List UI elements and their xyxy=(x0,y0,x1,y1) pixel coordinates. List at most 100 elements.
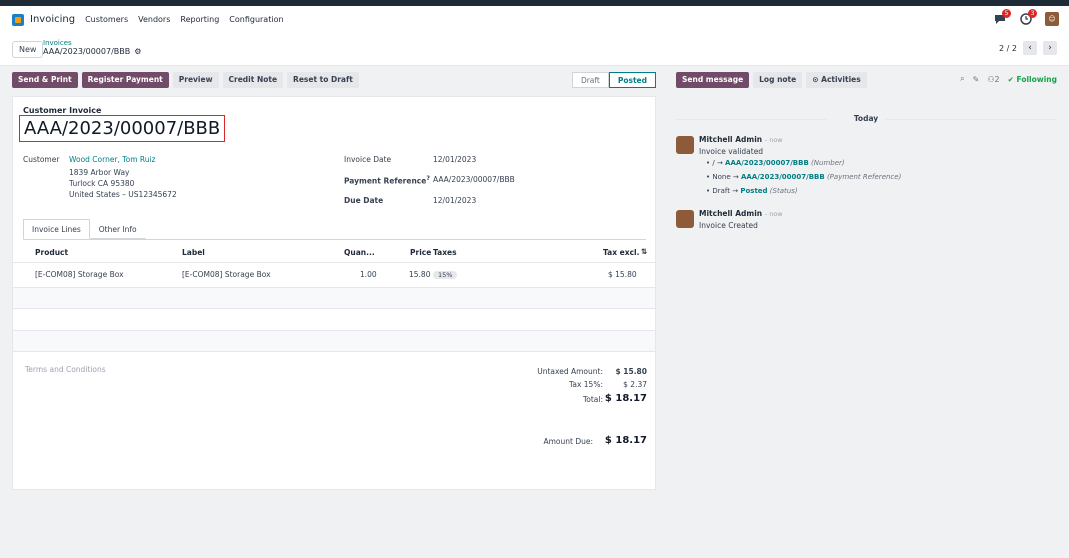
clock-icon: ⊙ xyxy=(812,75,822,84)
tab-invoice-lines[interactable]: Invoice Lines xyxy=(23,219,90,239)
gear-icon[interactable]: ⚙ xyxy=(134,47,141,56)
message-time: - now xyxy=(764,136,783,144)
main-navbar: Invoicing Customers Vendors Reporting Co… xyxy=(0,6,1069,33)
paperclip-icon[interactable]: ✎ xyxy=(973,75,980,84)
messages-icon[interactable]: 5 xyxy=(993,9,1011,26)
send-print-button[interactable]: Send & Print xyxy=(12,72,78,88)
date-divider-line-right xyxy=(886,119,1056,120)
line-tax-tag: 15% xyxy=(433,270,458,279)
register-payment-button[interactable]: Register Payment xyxy=(81,72,169,88)
message-author[interactable]: Mitchell Admin - now xyxy=(699,135,783,144)
terms-conditions-field[interactable]: Terms and Conditions xyxy=(25,365,106,374)
tax-label: Tax 15%: xyxy=(569,380,603,389)
breadcrumb: Invoices AAA/2023/00007/BBB ⚙ xyxy=(43,39,141,56)
empty-row[interactable] xyxy=(13,331,655,351)
app-name[interactable]: Invoicing xyxy=(30,14,75,25)
author-avatar[interactable] xyxy=(676,136,694,154)
tracking-old: Draft xyxy=(712,187,731,195)
col-tax-excl[interactable]: Tax excl. xyxy=(603,248,639,257)
col-price[interactable]: Price xyxy=(410,248,431,257)
line-quantity[interactable]: 1.00 xyxy=(360,270,377,279)
document-type: Customer Invoice xyxy=(23,106,102,115)
menu-reporting[interactable]: Reporting xyxy=(180,15,219,24)
following-label: Following xyxy=(1016,74,1057,84)
header-divider xyxy=(13,262,655,263)
tracking-old: / xyxy=(712,159,715,167)
line-price[interactable]: 15.80 xyxy=(409,270,430,279)
tracking-line: • Draft → Posted (Status) xyxy=(706,187,798,195)
breadcrumb-invoices-link[interactable]: Invoices xyxy=(43,39,141,47)
message-author[interactable]: Mitchell Admin - now xyxy=(699,209,783,218)
menu-customers[interactable]: Customers xyxy=(85,15,128,24)
status-draft[interactable]: Draft xyxy=(571,72,609,88)
preview-button[interactable]: Preview xyxy=(172,72,219,88)
invoice-date-field[interactable]: 12/01/2023 xyxy=(433,155,476,164)
menu-configuration[interactable]: Configuration xyxy=(229,15,283,24)
col-taxes[interactable]: Taxes xyxy=(433,248,457,257)
amount-due-label: Amount Due: xyxy=(543,437,593,446)
tracking-field: (Payment Reference) xyxy=(826,173,902,181)
col-quantity[interactable]: Quan... xyxy=(344,248,375,257)
column-settings-icon[interactable]: ⇅ xyxy=(641,247,647,256)
following-button[interactable]: ✔ Following xyxy=(1008,75,1057,84)
untaxed-amount-value: $ 15.80 xyxy=(615,367,647,376)
tracking-new: AAA/2023/00007/BBB xyxy=(725,159,809,167)
pager-value[interactable]: 2 / 2 xyxy=(999,44,1017,53)
tracking-field: (Status) xyxy=(769,187,798,195)
activities-button[interactable]: ⊙ Activities xyxy=(806,72,867,88)
user-avatar[interactable]: ☺ xyxy=(1045,12,1059,26)
log-note-button[interactable]: Log note xyxy=(753,72,803,88)
activities-clock-icon[interactable]: 3 xyxy=(1019,9,1037,26)
tracking-line: • None → AAA/2023/00007/BBB (Payment Ref… xyxy=(706,173,902,181)
due-date-label: Due Date xyxy=(344,196,384,205)
invoice-number-title: AAA/2023/00007/BBB xyxy=(19,115,226,142)
pager-next-icon[interactable]: › xyxy=(1043,41,1057,55)
credit-note-button[interactable]: Credit Note xyxy=(222,72,284,88)
help-icon[interactable]: ? xyxy=(426,175,430,182)
customer-address-line2: Turlock CA 95380 xyxy=(69,179,135,188)
send-message-button[interactable]: Send message xyxy=(676,72,750,88)
tracking-new: Posted xyxy=(740,187,768,195)
activities-badge: 3 xyxy=(1028,9,1037,18)
pager-previous-icon[interactable]: ‹ xyxy=(1023,41,1037,55)
tab-other-info[interactable]: Other Info xyxy=(89,219,146,239)
record-pager: 2 / 2 ‹ › xyxy=(999,41,1057,55)
message-body: Invoice validated xyxy=(699,147,764,156)
author-avatar[interactable] xyxy=(676,210,694,228)
status-bar: Draft Posted xyxy=(571,72,656,88)
payment-reference-field[interactable]: AAA/2023/00007/BBB xyxy=(433,175,515,184)
message-body: Invoice Created xyxy=(699,221,758,230)
chatter-actions: Send message Log note ⊙ Activities xyxy=(676,72,867,88)
total-label: Total: xyxy=(582,395,603,404)
form-action-bar: Send & Print Register Payment Preview Cr… xyxy=(12,72,359,88)
payment-reference-label-text: Payment Reference xyxy=(344,176,427,186)
col-label[interactable]: Label xyxy=(182,248,205,257)
search-icon[interactable]: ⌕ xyxy=(960,74,964,84)
tax-value: $ 2.37 xyxy=(623,380,647,389)
total-value: $ 18.17 xyxy=(604,393,647,404)
customer-address-line1: 1839 Arbor Way xyxy=(69,168,130,177)
line-product[interactable]: [E-COM08] Storage Box xyxy=(35,270,124,279)
chatter-panel: Send message Log note ⊙ Activities ⌕ ✎ ⚇… xyxy=(666,66,1069,558)
payment-reference-label: Payment Reference? xyxy=(344,175,430,186)
new-button[interactable]: New xyxy=(12,41,44,58)
status-posted[interactable]: Posted xyxy=(608,72,656,88)
followers-count: 2 xyxy=(994,74,1000,84)
customer-label: Customer xyxy=(23,155,60,164)
tracking-new: AAA/2023/00007/BBB xyxy=(740,173,825,181)
notebook-tabs: Invoice Lines Other Info xyxy=(23,219,146,239)
menu-vendors[interactable]: Vendors xyxy=(138,15,170,24)
line-label[interactable]: [E-COM08] Storage Box xyxy=(182,270,271,279)
followers-button[interactable]: ⚇2 xyxy=(987,75,999,84)
invoicing-app-icon[interactable] xyxy=(12,13,24,26)
tracking-field: (Number) xyxy=(811,159,845,167)
customer-link[interactable]: Wood Corner, Tom Ruiz xyxy=(69,155,156,164)
row-divider xyxy=(13,351,655,352)
empty-row[interactable] xyxy=(13,288,655,308)
reset-to-draft-button[interactable]: Reset to Draft xyxy=(287,72,359,88)
tax-tag: 15% xyxy=(433,271,458,279)
due-date-field[interactable]: 12/01/2023 xyxy=(433,196,476,205)
invoice-date-label: Invoice Date xyxy=(344,155,392,164)
messages-badge: 5 xyxy=(1002,9,1011,18)
col-product[interactable]: Product xyxy=(35,248,68,257)
